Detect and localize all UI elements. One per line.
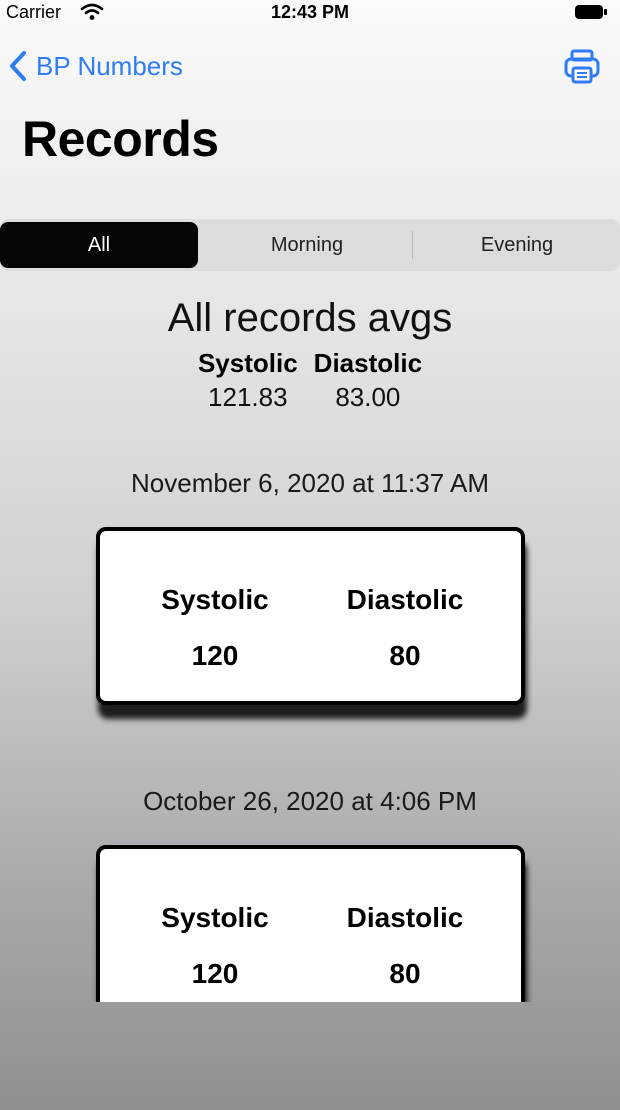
status-bar: Carrier 12:43 PM [0,0,620,28]
printer-icon[interactable] [562,48,602,86]
average-diastolic: Diastolic 83.00 [314,346,422,414]
time-filter-segmented-control: All Morning Evening [0,219,620,271]
record-diastolic-value: 80 [389,640,421,671]
record-systolic-label: Systolic [161,902,269,933]
record-systolic: Systolic 120 [125,531,305,673]
record-diastolic-label: Diastolic [346,902,464,933]
back-button-label: BP Numbers [36,50,183,81]
record-diastolic-label: Diastolic [346,584,464,615]
navigation-bar: BP Numbers [0,40,620,94]
page-title: Records [22,111,219,167]
battery-icon [575,5,607,19]
average-systolic: Systolic 121.83 [198,346,298,414]
segment-evening[interactable]: Evening [414,219,620,271]
record-diastolic-value: 80 [389,958,421,989]
record-systolic-label: Systolic [161,584,269,615]
record-diastolic: Diastolic 80 [315,849,495,991]
record-systolic-value: 120 [191,958,239,989]
status-time: 12:43 PM [270,2,350,22]
record-card[interactable]: Systolic 120 Diastolic 80 [96,527,525,705]
average-systolic-label: Systolic [197,348,298,378]
chevron-left-icon [10,51,26,81]
averages-title: All records avgs [167,296,453,340]
average-diastolic-label: Diastolic [313,348,423,378]
back-button[interactable]: BP Numbers [8,50,183,82]
average-systolic-value: 121.83 [208,382,288,412]
segment-morning[interactable]: Morning [204,219,410,271]
records-list[interactable]: November 6, 2020 at 11:37 AM Systolic 12… [0,440,620,1002]
averages-summary: All records avgs Systolic 121.83 Diastol… [0,290,620,414]
record-diastolic: Diastolic 80 [315,531,495,673]
record-card[interactable]: Systolic 120 Diastolic 80 [96,845,525,1002]
record-systolic: Systolic 120 [125,849,305,991]
segment-all[interactable]: All [0,222,198,268]
average-diastolic-value: 83.00 [335,382,401,412]
record-date: October 26, 2020 at 4:06 PM [143,786,477,816]
record-systolic-value: 120 [191,640,239,671]
record-date: November 6, 2020 at 11:37 AM [131,468,489,498]
segment-divider [412,231,413,259]
